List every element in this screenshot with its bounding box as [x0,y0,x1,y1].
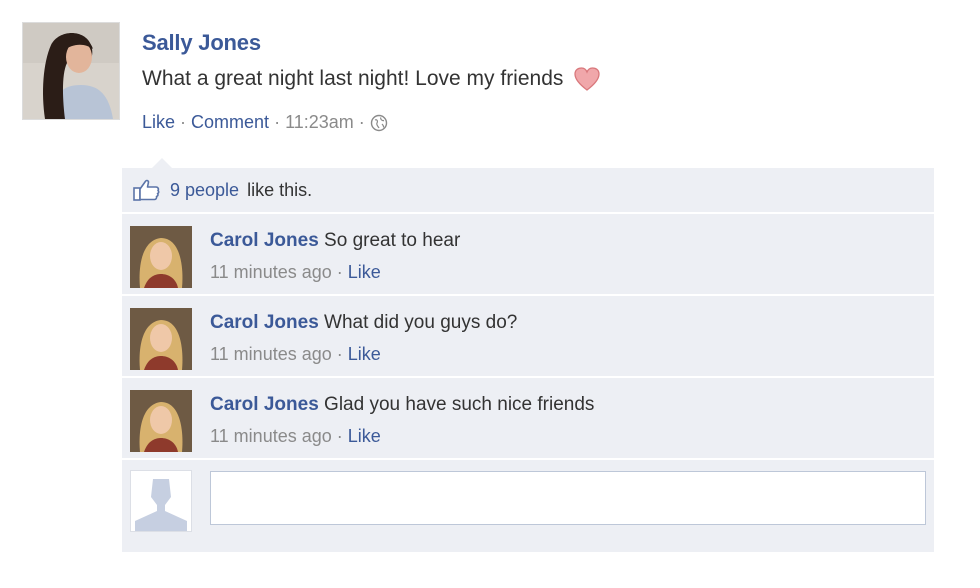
comment-link[interactable]: Comment [191,112,269,133]
avatar-photo [23,23,119,119]
comment-body: Carol Jones So great to hear [210,230,460,252]
feedback-caret [152,158,172,168]
default-user-silhouette-icon [130,470,192,532]
commenter-avatar[interactable] [130,308,192,370]
comment-time[interactable]: 11 minutes ago [210,426,332,446]
comment-meta: 11 minutes ago · Like [210,344,381,365]
comment-like-link[interactable]: Like [348,344,381,364]
comment-item: Carol Jones So great to hear 11 minutes … [122,216,934,296]
commenter-avatar[interactable] [130,226,192,288]
comment-body: Carol Jones What did you guys do? [210,312,517,334]
feedback-panel: 9 people like this. Carol Jones So great… [122,168,934,552]
post-author-name[interactable]: Sally Jones [142,30,261,56]
like-link[interactable]: Like [142,112,175,133]
silhouette-graphic [131,471,191,531]
post-actions: Like · Comment · 11:23am · [142,112,388,133]
comment-time[interactable]: 11 minutes ago [210,344,332,364]
comment-time[interactable]: 11 minutes ago [210,262,332,282]
comment-item: Carol Jones What did you guys do? 11 min… [122,298,934,378]
likes-summary: 9 people like this. [122,168,934,214]
globe-icon[interactable] [370,114,388,132]
separator: · [336,426,343,446]
post-author-avatar[interactable] [22,22,120,120]
reply-row [122,462,934,552]
comment-input[interactable] [210,471,926,525]
separator: · [336,262,343,282]
separator: · [180,112,187,132]
comment-item: Carol Jones Glad you have such nice frie… [122,380,934,460]
commenter-photo [130,308,192,370]
likes-suffix: like this. [247,179,313,200]
post-message-text: What a great night last night! Love my f… [142,67,564,90]
post-timestamp[interactable]: 11:23am [285,112,354,133]
separator: · [358,112,365,132]
commenter-name[interactable]: Carol Jones [210,394,319,415]
comment-meta: 11 minutes ago · Like [210,262,381,283]
commenter-photo [130,390,192,452]
commenter-name[interactable]: Carol Jones [210,230,319,251]
comment-text: Glad you have such nice friends [324,394,595,415]
commenter-avatar[interactable] [130,390,192,452]
post-message: What a great night last night! Love my f… [142,66,601,92]
likers-link[interactable]: 9 people [170,180,239,201]
separator: · [336,344,343,364]
comment-text: So great to hear [324,230,461,251]
thumbs-up-icon [133,179,160,201]
separator: · [274,112,281,132]
comment-like-link[interactable]: Like [348,262,381,282]
commenter-name[interactable]: Carol Jones [210,312,319,333]
comment-like-link[interactable]: Like [348,426,381,446]
comment-body: Carol Jones Glad you have such nice frie… [210,394,594,416]
comment-meta: 11 minutes ago · Like [210,426,381,447]
heart-icon [574,67,601,91]
comment-text: What did you guys do? [324,312,518,333]
commenter-photo [130,226,192,288]
